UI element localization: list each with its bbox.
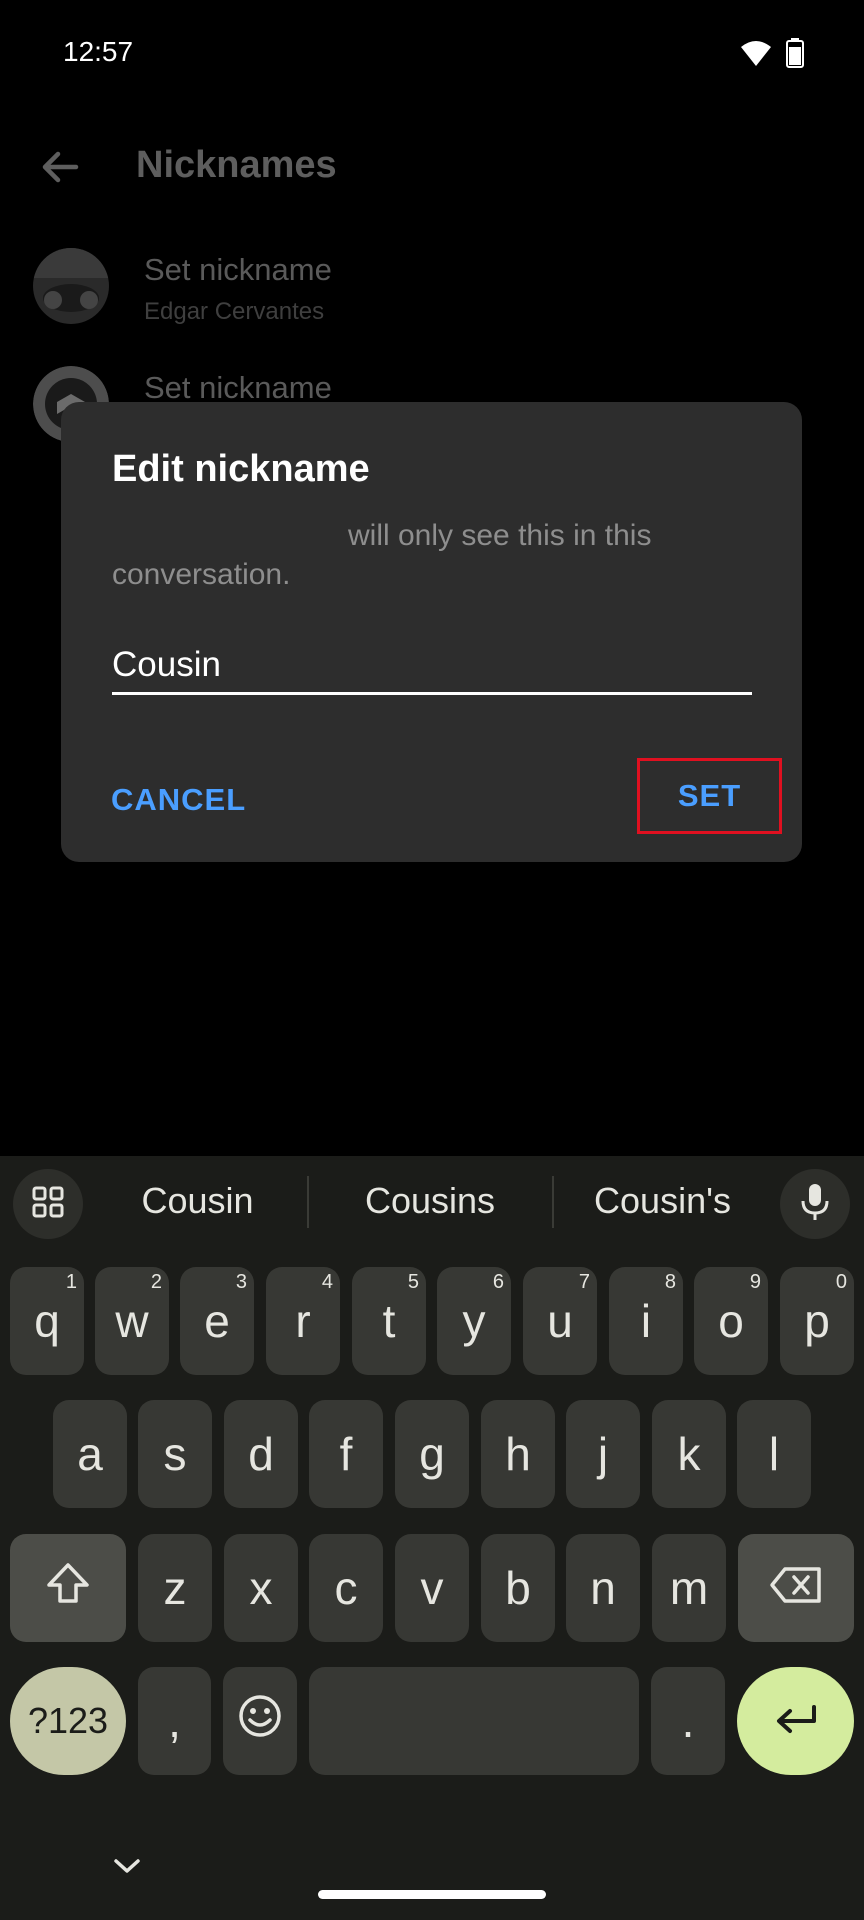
key-hint: 4 [321, 1271, 333, 1293]
key-y[interactable]: y6 [437, 1267, 511, 1375]
suggestion-item[interactable]: Cousin's [570, 1180, 755, 1222]
voice-input-button[interactable] [780, 1169, 850, 1239]
enter-icon [772, 1694, 820, 1748]
key-label: w [115, 1295, 149, 1347]
key-j[interactable]: j [566, 1400, 640, 1508]
backspace-key[interactable] [738, 1534, 854, 1642]
key-hint: 3 [235, 1271, 247, 1293]
suggestion-item[interactable]: Cousin [110, 1180, 285, 1222]
nickname-input[interactable] [112, 638, 752, 695]
space-key[interactable] [309, 1667, 639, 1775]
key-q[interactable]: q1 [10, 1267, 84, 1375]
dialog-message-text: will only see this in this conversation. [112, 519, 652, 591]
status-icons [740, 38, 804, 73]
key-label: t [382, 1295, 396, 1347]
key-label: o [718, 1295, 744, 1347]
mic-icon [800, 1182, 830, 1227]
key-label: e [204, 1295, 230, 1347]
symbols-key[interactable]: ?123 [10, 1667, 126, 1775]
battery-icon [786, 38, 804, 73]
key-label: u [547, 1295, 573, 1347]
enter-key[interactable] [737, 1667, 854, 1775]
key-hint: 6 [492, 1271, 504, 1293]
cancel-button[interactable]: CANCEL [111, 772, 251, 828]
key-p[interactable]: p0 [780, 1267, 854, 1375]
key-label: q [34, 1295, 60, 1347]
back-button[interactable] [34, 142, 84, 192]
key-n[interactable]: n [566, 1534, 640, 1642]
key-c[interactable]: c [309, 1534, 383, 1642]
shift-key[interactable] [10, 1534, 126, 1642]
key-u[interactable]: u7 [523, 1267, 597, 1375]
wifi-icon [740, 39, 772, 72]
set-button[interactable]: SET [637, 758, 782, 834]
emoji-key[interactable] [223, 1667, 297, 1775]
emoji-icon [238, 1694, 282, 1749]
shift-icon [45, 1561, 91, 1616]
key-a[interactable]: a [53, 1400, 127, 1508]
nickname-item[interactable]: Set nickname Edgar Cervantes [0, 248, 864, 358]
nickname-item-title: Set nickname [144, 370, 332, 405]
key-hint: 7 [578, 1271, 590, 1293]
nickname-item-title: Set nickname [144, 252, 332, 287]
suggestion-item[interactable]: Cousins [335, 1180, 525, 1222]
key-t[interactable]: t5 [352, 1267, 426, 1375]
key-label: r [295, 1295, 311, 1347]
dialog-message: will only see this in this conversation. [112, 516, 752, 594]
key-hint: 9 [749, 1271, 761, 1293]
key-o[interactable]: o9 [694, 1267, 768, 1375]
key-v[interactable]: v [395, 1534, 469, 1642]
key-b[interactable]: b [481, 1534, 555, 1642]
key-f[interactable]: f [309, 1400, 383, 1508]
arrow-back-icon [34, 151, 84, 196]
home-indicator[interactable] [318, 1890, 546, 1899]
key-hint: 8 [664, 1271, 676, 1293]
period-key[interactable]: . [651, 1667, 725, 1775]
key-w[interactable]: w2 [95, 1267, 169, 1375]
key-label: y [462, 1295, 486, 1347]
keyboard: Cousin Cousins Cousin's q1w2e3r4t5y6u7i8… [0, 1156, 864, 1920]
nickname-item-subtitle: Edgar Cervantes [144, 298, 325, 325]
suggestion-bar: Cousin Cousins Cousin's [0, 1156, 864, 1251]
chevron-down-icon [112, 1859, 142, 1880]
comma-key[interactable]: , [138, 1667, 211, 1775]
key-k[interactable]: k [652, 1400, 726, 1508]
key-d[interactable]: d [224, 1400, 298, 1508]
key-h[interactable]: h [481, 1400, 555, 1508]
app-bar: Nicknames [0, 110, 864, 225]
key-i[interactable]: i8 [609, 1267, 683, 1375]
key-hint: 1 [65, 1271, 77, 1293]
avatar [33, 248, 109, 324]
page-title: Nicknames [136, 144, 337, 186]
keyboard-menu-button[interactable] [13, 1169, 83, 1239]
status-time: 12:57 [63, 36, 134, 67]
key-hint: 0 [835, 1271, 847, 1293]
key-z[interactable]: z [138, 1534, 212, 1642]
divider [552, 1176, 554, 1228]
key-label: p [804, 1295, 830, 1347]
key-hint: 5 [407, 1271, 419, 1293]
key-m[interactable]: m [652, 1534, 726, 1642]
key-r[interactable]: r4 [266, 1267, 340, 1375]
hide-keyboard-button[interactable] [112, 1856, 142, 1881]
status-bar: 12:57 [0, 0, 864, 110]
key-l[interactable]: l [737, 1400, 811, 1508]
key-e[interactable]: e3 [180, 1267, 254, 1375]
key-hint: 2 [150, 1271, 162, 1293]
apps-grid-icon [31, 1185, 65, 1224]
dialog-title: Edit nickname [112, 448, 370, 490]
key-x[interactable]: x [224, 1534, 298, 1642]
edit-nickname-dialog: Edit nickname will only see this in this… [61, 402, 802, 862]
key-label: i [640, 1295, 652, 1347]
divider [307, 1176, 309, 1228]
backspace-icon [769, 1561, 823, 1615]
key-g[interactable]: g [395, 1400, 469, 1508]
key-s[interactable]: s [138, 1400, 212, 1508]
